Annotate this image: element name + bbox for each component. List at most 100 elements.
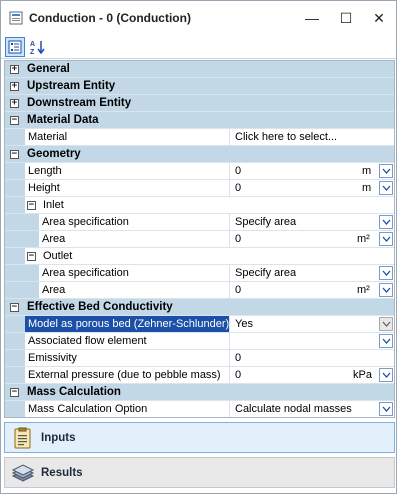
results-panel-button[interactable]: Results <box>4 457 395 488</box>
results-stack-icon <box>11 463 35 482</box>
minimize-button[interactable]: — <box>296 5 328 31</box>
property-row-external-pressure[interactable]: External pressure (due to pebble mass) 0… <box>5 367 394 384</box>
collapse-icon[interactable]: − <box>10 303 19 312</box>
property-row-length[interactable]: Length 0 m <box>5 163 394 180</box>
material-select-link[interactable]: Click here to select... <box>231 129 394 145</box>
property-name: Area specification <box>25 265 230 281</box>
dropdown-button[interactable] <box>379 215 393 229</box>
categorized-view-button[interactable] <box>5 37 25 57</box>
collapse-icon[interactable]: − <box>27 252 36 261</box>
maximize-button[interactable]: ☐ <box>330 5 362 31</box>
collapse-icon[interactable]: − <box>10 150 19 159</box>
property-row-porous-bed[interactable]: Model as porous bed (Zehner-Schlunder) Y… <box>5 316 394 333</box>
category-label: Mass Calculation <box>27 386 121 398</box>
title-bar: Conduction - 0 (Conduction) — ☐ ✕ <box>1 1 396 35</box>
category-downstream-entity[interactable]: + Downstream Entity <box>5 95 394 112</box>
row-gutter <box>5 401 25 417</box>
row-gutter <box>5 197 25 213</box>
alphabetical-sort-button[interactable]: A Z <box>28 37 48 57</box>
porous-bed-select[interactable]: Yes <box>231 316 394 332</box>
row-gutter <box>5 265 25 281</box>
expand-icon[interactable]: + <box>10 82 19 91</box>
row-gutter <box>5 282 25 298</box>
property-name: Associated flow element <box>25 333 230 349</box>
minimize-icon: — <box>305 10 319 26</box>
property-row-outlet-area-spec[interactable]: Area specification Specify area <box>5 265 394 282</box>
property-name: Emissivity <box>25 350 230 366</box>
svg-text:Z: Z <box>30 49 35 55</box>
expand-icon[interactable]: + <box>10 65 19 74</box>
inputs-panel-button[interactable]: Inputs <box>4 422 395 453</box>
window-title: Conduction - 0 (Conduction) <box>29 11 191 25</box>
close-icon: ✕ <box>373 9 385 26</box>
category-material-data[interactable]: − Material Data <box>5 112 394 129</box>
property-name-selected: Model as porous bed (Zehner-Schlunder) <box>25 316 230 332</box>
category-mass-calculation[interactable]: − Mass Calculation <box>5 384 394 401</box>
property-row-mass-option[interactable]: Mass Calculation Option Calculate nodal … <box>5 401 394 417</box>
category-upstream-entity[interactable]: + Upstream Entity <box>5 78 394 95</box>
property-window: Conduction - 0 (Conduction) — ☐ ✕ A Z + … <box>0 0 397 494</box>
property-grid: + General + Upstream Entity + Downstream… <box>4 60 395 418</box>
chevron-down-icon <box>382 185 390 191</box>
category-label: Downstream Entity <box>27 97 132 109</box>
dropdown-button[interactable] <box>379 402 393 416</box>
unit-dropdown-button[interactable] <box>379 283 393 297</box>
property-row-flow-element[interactable]: Associated flow element <box>5 333 394 350</box>
outlet-area-spec-select[interactable]: Specify area <box>231 265 394 281</box>
row-gutter <box>5 350 25 366</box>
subcategory-outlet[interactable]: − Outlet <box>5 248 394 265</box>
row-gutter <box>5 214 25 230</box>
chevron-down-icon <box>382 406 390 412</box>
subcategory-label: Outlet <box>43 250 73 262</box>
unit-label: m <box>362 182 372 194</box>
property-row-inlet-area[interactable]: Area 0 m² <box>5 231 394 248</box>
category-label: Geometry <box>27 148 81 160</box>
collapse-icon[interactable]: − <box>27 201 36 210</box>
chevron-down-icon <box>382 236 390 242</box>
subcategory-inlet[interactable]: − Inlet <box>5 197 394 214</box>
close-button[interactable]: ✕ <box>363 5 395 31</box>
category-general[interactable]: + General <box>5 61 394 78</box>
unit-dropdown-button[interactable] <box>379 232 393 246</box>
dropdown-button[interactable] <box>379 334 393 348</box>
property-row-outlet-area[interactable]: Area 0 m² <box>5 282 394 299</box>
unit-label: kPa <box>353 369 372 381</box>
property-row-inlet-area-spec[interactable]: Area specification Specify area <box>5 214 394 231</box>
flow-element-select[interactable] <box>231 333 394 349</box>
dropdown-button[interactable] <box>379 317 393 331</box>
property-name: Height <box>25 180 230 196</box>
unit-label: m <box>362 165 372 177</box>
inlet-area-spec-select[interactable]: Specify area <box>231 214 394 230</box>
property-row-emissivity[interactable]: Emissivity 0 <box>5 350 394 367</box>
category-label: Effective Bed Conductivity <box>27 301 173 313</box>
chevron-down-icon <box>382 270 390 276</box>
app-icon <box>9 11 23 25</box>
row-gutter <box>5 333 25 349</box>
chevron-down-icon <box>382 372 390 378</box>
expand-icon[interactable]: + <box>10 99 19 108</box>
category-effective-bed-conductivity[interactable]: − Effective Bed Conductivity <box>5 299 394 316</box>
row-gutter <box>5 316 25 332</box>
property-name: Length <box>25 163 230 179</box>
category-geometry[interactable]: − Geometry <box>5 146 394 163</box>
dropdown-button[interactable] <box>379 266 393 280</box>
collapse-icon[interactable]: − <box>10 116 19 125</box>
row-gutter <box>5 367 25 383</box>
chevron-down-icon <box>382 287 390 293</box>
property-name: Material <box>25 129 230 145</box>
unit-label: m² <box>357 233 370 245</box>
unit-dropdown-button[interactable] <box>379 368 393 382</box>
property-name: Mass Calculation Option <box>25 401 230 417</box>
unit-dropdown-button[interactable] <box>379 164 393 178</box>
emissivity-input[interactable]: 0 <box>231 350 394 366</box>
collapse-icon[interactable]: − <box>10 388 19 397</box>
inputs-label: Inputs <box>41 431 76 444</box>
property-name: External pressure (due to pebble mass) <box>25 367 230 383</box>
results-label: Results <box>41 466 83 479</box>
property-toolbar: A Z <box>1 35 396 59</box>
clipboard-icon <box>14 427 31 448</box>
property-row-material[interactable]: Material Click here to select... <box>5 129 394 146</box>
unit-dropdown-button[interactable] <box>379 181 393 195</box>
property-row-height[interactable]: Height 0 m <box>5 180 394 197</box>
mass-option-select[interactable]: Calculate nodal masses <box>231 401 394 417</box>
